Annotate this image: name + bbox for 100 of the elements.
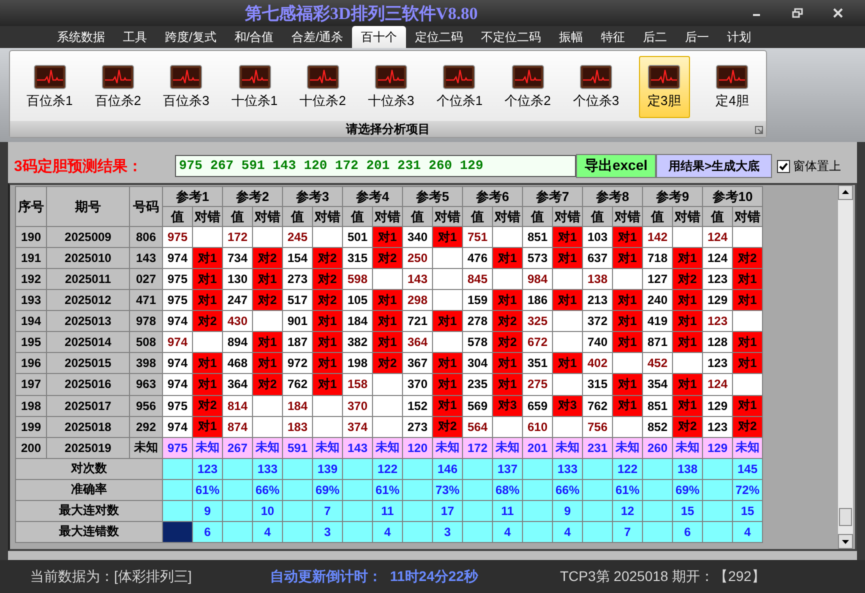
column-header: 期号 — [46, 186, 130, 226]
table-cell: 139 — [312, 458, 342, 480]
table-cell: 354 — [642, 374, 672, 395]
table-cell: 最大连对数 — [16, 500, 162, 522]
table-cell — [372, 395, 402, 416]
ribbon-button[interactable]: 定4胆 — [698, 56, 766, 118]
table-cell: 4 — [552, 521, 582, 542]
scroll-thumb[interactable] — [839, 508, 852, 526]
table-cell: 对2 — [192, 395, 222, 416]
ribbon-button[interactable]: 十位杀1 — [220, 56, 288, 118]
export-button[interactable]: 导出excel — [576, 154, 656, 178]
table-cell: 10 — [252, 500, 282, 522]
table-cell: 190 — [16, 226, 46, 248]
table-cell: 315 — [582, 374, 612, 395]
menu-tab[interactable]: 不定位二码 — [472, 26, 550, 48]
table-cell: 275 — [522, 374, 552, 395]
table-cell: 325 — [522, 310, 552, 332]
table-cell: 598 — [342, 268, 372, 290]
table-cell: 247 — [222, 290, 252, 311]
table-cell: 573 — [522, 248, 552, 269]
ribbon-button[interactable]: 百位杀2 — [84, 56, 152, 118]
table-cell: 对2 — [672, 268, 702, 290]
menu-tab[interactable]: 百十个 — [352, 26, 406, 48]
table-cell — [732, 374, 762, 395]
table-cell — [432, 290, 462, 311]
table-cell: 975 — [162, 290, 192, 311]
table-cell: 对1 — [252, 352, 282, 374]
table-cell: 851 — [642, 395, 672, 416]
ribbon-button[interactable]: 百位杀1 — [16, 56, 84, 118]
table-cell: 2025012 — [46, 290, 130, 311]
menu-tab[interactable]: 跨度/复式 — [156, 26, 226, 48]
menu-tab[interactable]: 后一 — [676, 26, 718, 48]
table-cell: 66% — [552, 479, 582, 500]
ribbon-button[interactable]: 个位杀2 — [494, 56, 562, 118]
ribbon-button[interactable]: 百位杀3 — [152, 56, 220, 118]
table-cell: 2025014 — [46, 332, 130, 353]
generate-button[interactable]: 用结果>生成大底 — [656, 154, 772, 178]
menu-tab[interactable]: 特征 — [592, 26, 634, 48]
table-cell: 762 — [282, 374, 312, 395]
table-cell — [252, 226, 282, 248]
table-cell: 11 — [492, 500, 522, 522]
restore-icon[interactable] — [792, 8, 803, 18]
table-cell: 142 — [642, 226, 672, 248]
table-cell[interactable] — [162, 479, 192, 500]
heartbeat-monitor-icon — [375, 64, 408, 88]
result-field[interactable]: 975 267 591 143 120 172 201 231 260 129 — [175, 155, 576, 177]
table-cell: 对1 — [492, 248, 522, 269]
table-cell: 准确率 — [16, 479, 162, 500]
table-cell: 972 — [282, 352, 312, 374]
heartbeat-monitor-icon — [443, 64, 476, 88]
column-header: 号码 — [130, 186, 162, 226]
menu-tab[interactable]: 系统数据 — [48, 26, 114, 48]
table-cell: 对1 — [432, 395, 462, 416]
scroll-up-button[interactable] — [838, 185, 853, 200]
close-icon[interactable] — [833, 8, 843, 18]
dialog-launcher-icon[interactable] — [755, 126, 763, 134]
table-cell — [612, 416, 642, 438]
ribbon-button[interactable]: 个位杀3 — [562, 56, 630, 118]
table-cell: 201 — [522, 437, 552, 458]
column-header: 对错 — [492, 206, 522, 226]
table-cell: 123 — [192, 458, 222, 480]
table-cell: 382 — [342, 332, 372, 353]
table-cell: 569 — [462, 395, 492, 416]
table-cell: 对1 — [432, 374, 462, 395]
menu-tab[interactable]: 后二 — [634, 26, 676, 48]
table-cell: 974 — [162, 352, 192, 374]
table-cell[interactable] — [162, 521, 192, 542]
table-cell: 351 — [522, 352, 552, 374]
table-cell: 374 — [342, 416, 372, 438]
heartbeat-monitor-icon — [580, 64, 612, 88]
ribbon-button[interactable]: 十位杀2 — [289, 56, 356, 118]
ribbon-button[interactable]: 个位杀1 — [426, 56, 494, 118]
ribbon-button[interactable]: 定3胆 — [638, 56, 690, 118]
table-cell: 对2 — [492, 310, 522, 332]
menu-tab[interactable]: 和/合值 — [225, 26, 283, 48]
menu-tab[interactable]: 工具 — [114, 26, 156, 48]
table-cell: 367 — [402, 352, 432, 374]
table-cell: 对1 — [492, 352, 522, 374]
table-cell: 对2 — [672, 416, 702, 438]
stay-on-top-checkbox[interactable] — [777, 160, 790, 172]
menu-tab[interactable]: 计划 — [718, 26, 760, 48]
table-cell: 对1 — [552, 248, 582, 269]
table-cell: 894 — [222, 332, 252, 353]
table-cell[interactable] — [162, 500, 192, 522]
table-cell — [492, 268, 522, 290]
heartbeat-monitor-icon — [716, 64, 748, 88]
table-cell: 对1 — [612, 395, 642, 416]
table-cell: 对1 — [372, 310, 402, 332]
menu-tab[interactable]: 合差/通杀 — [282, 26, 352, 48]
menu-tab[interactable]: 振幅 — [550, 26, 592, 48]
vertical-scrollbar[interactable] — [838, 185, 853, 549]
menu-tab[interactable]: 定位二码 — [406, 26, 472, 48]
table-cell: 193 — [16, 290, 46, 311]
table-cell[interactable] — [162, 458, 192, 480]
table-cell: 129 — [702, 290, 732, 311]
scroll-down-button[interactable] — [838, 534, 853, 549]
ribbon-button[interactable]: 十位杀3 — [357, 56, 425, 118]
table-cell — [252, 395, 282, 416]
table-cell: 对1 — [372, 226, 402, 248]
table-cell — [372, 416, 402, 438]
